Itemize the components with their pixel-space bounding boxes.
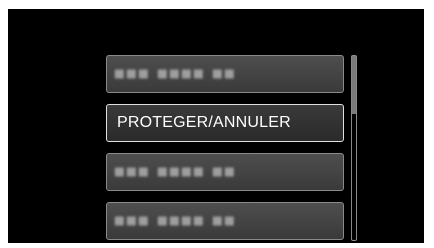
blurred-label [115, 69, 234, 79]
menu-item-4[interactable] [106, 202, 344, 240]
blurred-label [115, 216, 234, 226]
menu-scrollbar[interactable] [351, 55, 357, 241]
scrollbar-thumb[interactable] [352, 56, 356, 114]
menu-item-3[interactable] [106, 153, 344, 191]
menu-item-label: PROTEGER/ANNULER [117, 114, 291, 131]
camera-menu-screen: PROTEGER/ANNULER [8, 9, 424, 243]
menu-item-protect-cancel[interactable]: PROTEGER/ANNULER [106, 104, 344, 142]
menu-item-1[interactable] [106, 55, 344, 93]
blurred-label [115, 167, 234, 177]
